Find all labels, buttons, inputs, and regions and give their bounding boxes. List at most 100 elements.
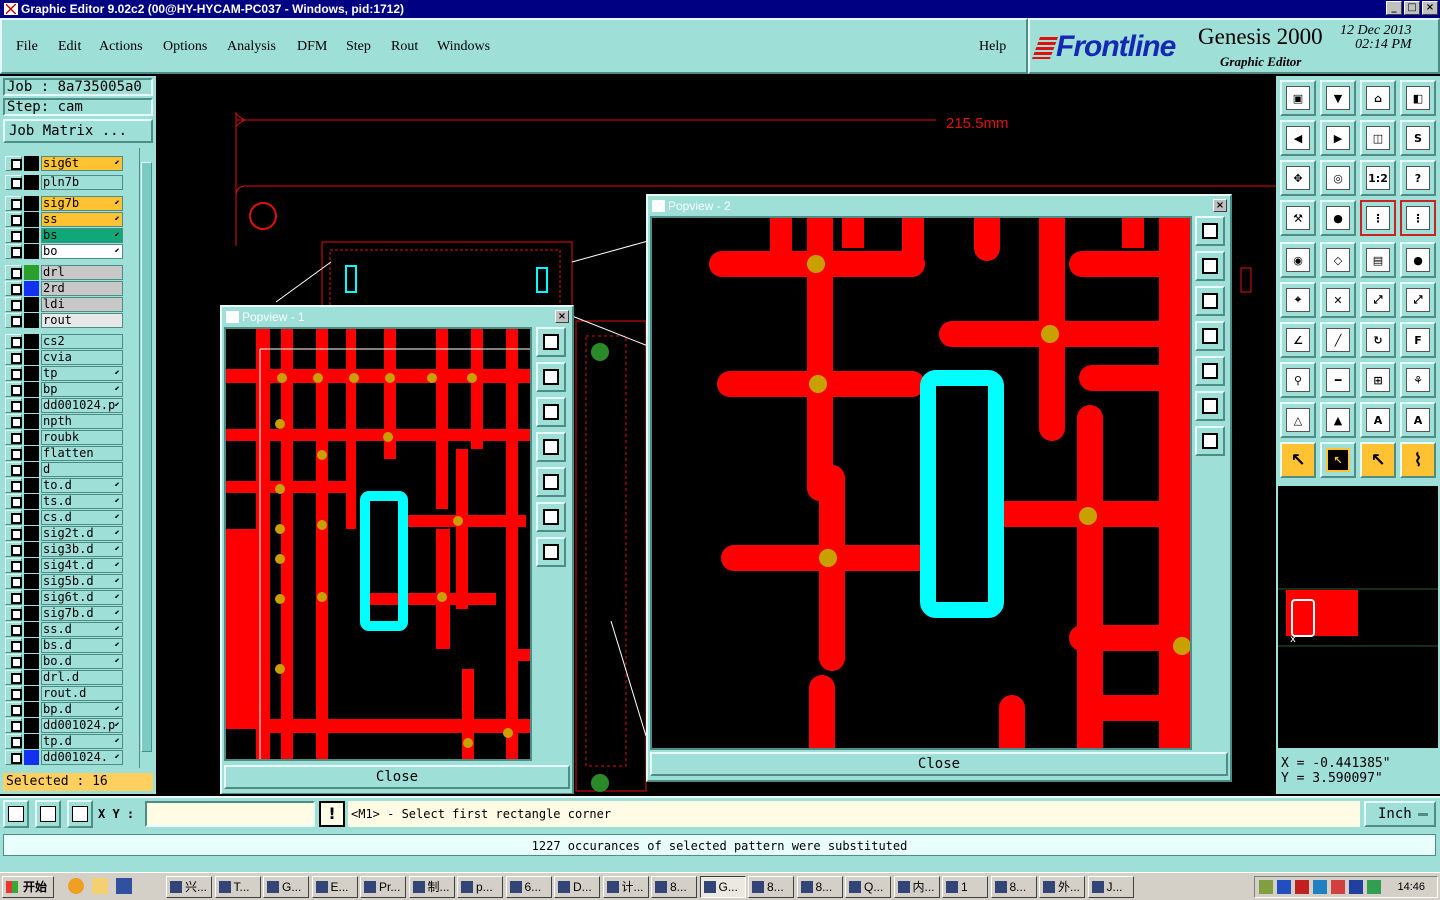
overview-map[interactable]: x	[1278, 486, 1438, 748]
layer-name[interactable]: sig4t.d ⬋	[41, 558, 123, 573]
taskbar-item[interactable]: 6...	[505, 876, 552, 898]
layer-checkbox[interactable]	[5, 494, 22, 509]
layer-checkbox[interactable]	[5, 478, 22, 493]
layer-color-swatch[interactable]	[24, 212, 39, 227]
layer-checkbox[interactable]	[5, 526, 22, 541]
layer-row[interactable]: bs.d ⬋	[3, 638, 137, 653]
layer-row[interactable]: ts.d ⬋	[3, 494, 137, 509]
layer-checkbox[interactable]	[5, 606, 22, 621]
menu-rout[interactable]: Rout	[391, 39, 418, 55]
taskbar-item[interactable]: E...	[311, 876, 358, 898]
layer-color-swatch[interactable]	[24, 414, 39, 429]
layer-name[interactable]: dd001024.p ⬋	[41, 398, 123, 413]
unit-select[interactable]: Inch	[1364, 801, 1436, 827]
layer-color-swatch[interactable]	[24, 313, 39, 328]
layer-row[interactable]: d	[3, 462, 137, 477]
layer-color-swatch[interactable]	[24, 462, 39, 477]
taskbar-item[interactable]: 外...	[1039, 876, 1085, 898]
layer-row[interactable]: sig2t.d ⬋	[3, 526, 137, 541]
layer-row[interactable]: bs ⬋	[3, 228, 137, 243]
layer-row[interactable]: cvia	[3, 350, 137, 365]
tray-security-icon[interactable]	[1331, 880, 1345, 894]
layer-row[interactable]: dd001024.p ⬋	[3, 718, 137, 733]
layer-name[interactable]: tp.d ⬋	[41, 734, 123, 749]
zoom-in-button[interactable]	[1195, 391, 1225, 421]
layer-color-swatch[interactable]	[24, 686, 39, 701]
layer-color-swatch[interactable]	[24, 281, 39, 296]
layer-row[interactable]: npth	[3, 414, 137, 429]
add-pad-button[interactable]: ◉	[1280, 242, 1316, 278]
pan-right-button[interactable]	[1195, 356, 1225, 386]
tray-input-icon[interactable]	[1367, 880, 1381, 894]
layer-row[interactable]: drl	[3, 265, 137, 280]
layer-row[interactable]: tp ⬋	[3, 366, 137, 381]
layer-name[interactable]: sig3b.d ⬋	[41, 542, 123, 557]
layer-name[interactable]: bp.d ⬋	[41, 702, 123, 717]
taskbar-item[interactable]: 计...	[602, 876, 649, 898]
layer-color-swatch[interactable]	[24, 297, 39, 312]
measure-button[interactable]	[35, 800, 61, 828]
layer-checkbox[interactable]	[5, 638, 22, 653]
layer-checkbox[interactable]	[5, 446, 22, 461]
layer-color-swatch[interactable]	[24, 382, 39, 397]
layer-name[interactable]: d	[41, 462, 123, 477]
taskbar-item[interactable]: D...	[554, 876, 600, 898]
snap-button[interactable]: S	[1400, 120, 1436, 156]
maximize-button[interactable]: □	[1404, 1, 1420, 15]
layer-row[interactable]: sig6t ⬋	[3, 156, 137, 171]
layer-name[interactable]: drl	[41, 265, 123, 280]
cut-button[interactable]: ━	[1320, 362, 1356, 398]
layer-name[interactable]: cs.d ⬋	[41, 510, 123, 525]
layer-row[interactable]: roubk	[3, 430, 137, 445]
taskbar-item[interactable]: Pr...	[360, 876, 406, 898]
tray-language-icon[interactable]	[1349, 880, 1363, 894]
taskbar-item[interactable]: G...	[263, 876, 309, 898]
layer-color-swatch[interactable]	[24, 606, 39, 621]
layer-row[interactable]: drl.d	[3, 670, 137, 685]
layer-color-swatch[interactable]	[24, 265, 39, 280]
filter-button[interactable]: ⚒	[1280, 200, 1316, 236]
layer-color-swatch[interactable]	[24, 494, 39, 509]
menu-analysis[interactable]: Analysis	[227, 39, 276, 55]
scale-button[interactable]: 1:2	[1360, 160, 1396, 196]
popview-2-title[interactable]: Popview - 2	[650, 198, 1228, 214]
arch-button[interactable]: A	[1360, 402, 1396, 438]
layer-row[interactable]: cs.d ⬋	[3, 510, 137, 525]
layer-name[interactable]: bp ⬋	[41, 382, 123, 397]
layer-checkbox[interactable]	[5, 686, 22, 701]
layer-name[interactable]: cs2	[41, 334, 123, 349]
pan-left-button[interactable]	[1195, 321, 1225, 351]
dot-button[interactable]: ●	[1400, 242, 1436, 278]
taskbar-item[interactable]: p...	[457, 876, 503, 898]
layer-name[interactable]: pln7b	[41, 175, 123, 190]
layer-color-swatch[interactable]	[24, 638, 39, 653]
center-button[interactable]: ◎	[1320, 160, 1356, 196]
close-window-button[interactable]: ×	[1422, 1, 1438, 15]
grid-button[interactable]	[67, 800, 93, 828]
layer-checkbox[interactable]	[5, 156, 22, 171]
layer-name[interactable]: bs ⬋	[41, 228, 123, 243]
popview-1-close-button[interactable]: Close	[224, 765, 570, 789]
layer-checkbox[interactable]	[5, 228, 22, 243]
taskbar-item[interactable]: 制...	[408, 876, 455, 898]
taskbar-item[interactable]: 8...	[796, 876, 843, 898]
layer-name[interactable]: sig6t.d ⬋	[41, 590, 123, 605]
triangle-button[interactable]: △	[1280, 402, 1316, 438]
split-view-button[interactable]: ◧	[1400, 80, 1436, 116]
layer-color-swatch[interactable]	[24, 244, 39, 259]
layer-row[interactable]: 2rd	[3, 281, 137, 296]
zoom-in-button[interactable]	[536, 502, 566, 532]
help-button[interactable]: ?	[1400, 160, 1436, 196]
line-button[interactable]: ╱	[1320, 322, 1356, 358]
layer-name[interactable]: rout.d	[41, 686, 123, 701]
layer-color-swatch[interactable]	[24, 398, 39, 413]
polygon-button[interactable]: ▲	[1320, 402, 1356, 438]
zoom-out-button[interactable]	[536, 537, 566, 567]
layer-checkbox[interactable]	[5, 350, 22, 365]
layer-row[interactable]: pln7b	[3, 175, 137, 190]
layer-name[interactable]: ss.d ⬋	[41, 622, 123, 637]
layer-row[interactable]: rout	[3, 313, 137, 328]
layer-checkbox[interactable]	[5, 734, 22, 749]
layer-checkbox[interactable]	[5, 574, 22, 589]
layer-row[interactable]: bp ⬋	[3, 382, 137, 397]
